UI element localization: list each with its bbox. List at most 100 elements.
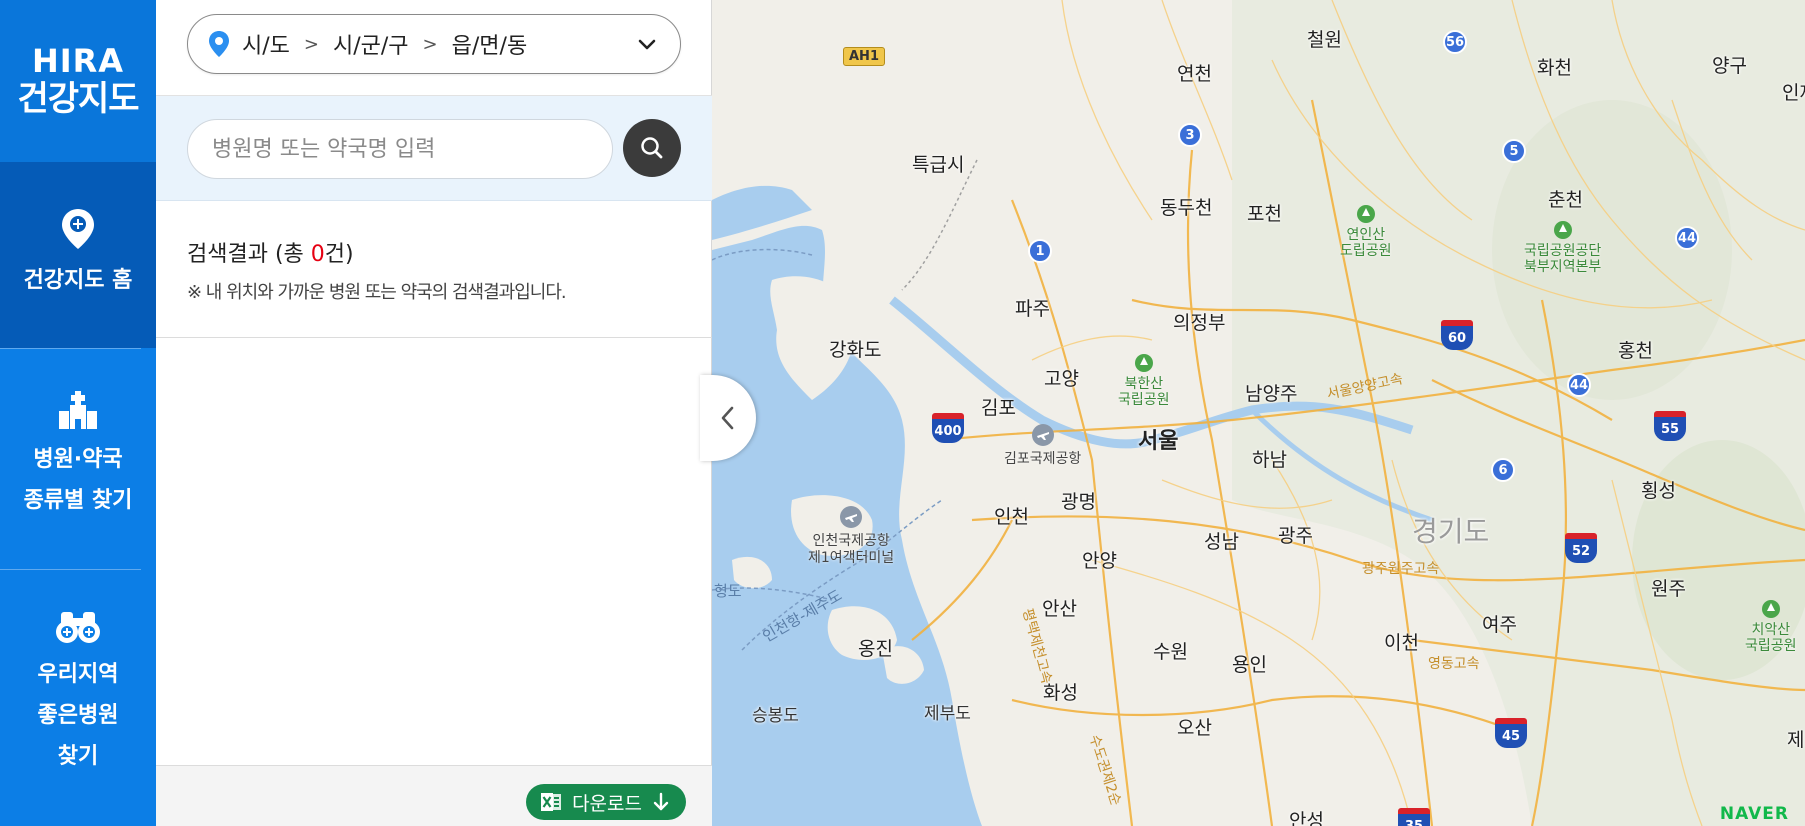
map-label: 동두천: [1160, 197, 1213, 219]
search-button[interactable]: [623, 119, 681, 177]
region-emd: 읍/면/동: [451, 34, 528, 59]
region-sido: 시/도: [242, 34, 290, 59]
nav-item-local-good-hospital[interactable]: 우리지역 좋은병원 찾기: [0, 570, 156, 826]
interstate-shield: 52: [1565, 533, 1597, 563]
airport-name: 인천국제공항 제1여객터미널: [808, 533, 895, 566]
logo-text-health-map: 건강지도: [17, 79, 139, 119]
map-label: 여주: [1482, 614, 1517, 636]
map-label-province: 경기도: [1412, 515, 1490, 548]
map-label: 원주: [1651, 578, 1686, 600]
panel-footer: 다운로드: [156, 765, 712, 826]
map-label: 용인: [1232, 654, 1267, 676]
map-view[interactable]: 철원 화천 양구 인제 연천 동두천 포천 춘천 파주 의정부 강화도 고양 김…: [712, 0, 1805, 826]
region-sigungu: 시/군/구: [333, 34, 409, 59]
park-name: 치악산 국립공원: [1745, 622, 1797, 654]
map-label: 의정부: [1173, 312, 1226, 334]
map-label: 인제: [1782, 82, 1805, 104]
interstate-shield: 60: [1441, 320, 1473, 350]
map-park-label: 치악산 국립공원: [1745, 600, 1797, 654]
map-label: 광주: [1278, 525, 1313, 547]
search-icon: [641, 137, 663, 159]
park-name: 북한산 국립공원: [1118, 376, 1170, 408]
map-label: 옹진: [858, 638, 893, 660]
map-airport-label: 인천국제공항 제1여객터미널: [808, 506, 894, 567]
naver-logo: NAVER: [1719, 804, 1789, 824]
map-label: 광명: [1061, 491, 1096, 513]
map-label: 수원: [1153, 641, 1188, 663]
route-shield: 56: [1443, 30, 1467, 54]
result-count: 0: [310, 242, 325, 267]
map-park-label: 국립공원공단 북부지역본부: [1524, 221, 1601, 275]
tree-icon: [1356, 205, 1375, 223]
route-shield: 44: [1567, 373, 1591, 397]
arrow-down-icon: [653, 792, 669, 811]
map-label: 화천: [1537, 57, 1572, 79]
chevron-down-icon: [638, 39, 656, 50]
nav-item-health-map-home[interactable]: 건강지도 홈: [0, 162, 156, 348]
map-label: 특급시: [912, 154, 965, 176]
binoculars-icon: [56, 612, 100, 643]
location-pin-icon: [209, 31, 229, 57]
nav-label-local-3: 찾기: [57, 744, 99, 769]
interstate-shield: 400: [932, 413, 964, 443]
nav-label-home: 건강지도 홈: [23, 268, 133, 293]
divider: [156, 337, 712, 338]
map-label: 김포: [981, 397, 1016, 419]
map-label: 춘천: [1548, 189, 1583, 211]
map-road-label: 광주원주고속: [1362, 561, 1440, 577]
hospital-icon: [59, 391, 97, 429]
map-label: 이천: [1384, 632, 1419, 654]
map-label: 연천: [1177, 63, 1212, 85]
map-label: 하남: [1252, 449, 1287, 471]
airplane-icon: [1031, 424, 1054, 446]
route-shield: 3: [1178, 123, 1202, 147]
map-label: 제부도: [924, 704, 971, 724]
map-label: 안성: [1289, 810, 1324, 826]
nav-label-local-1: 우리지역: [37, 662, 119, 687]
hospital-pharmacy-search-input[interactable]: [187, 119, 613, 179]
map-road-label: 영동고속: [1428, 656, 1480, 672]
result-suffix: 건): [324, 242, 354, 267]
map-label: 고양: [1044, 368, 1079, 390]
interstate-shield: 45: [1495, 718, 1527, 748]
left-navigation: HIRA 건강지도 건강지도 홈 병원·약국 종류별 찾기 우리지역 좋은병원 …: [0, 0, 156, 826]
excel-icon: [541, 793, 562, 811]
map-label-seoul: 서울: [1138, 429, 1179, 454]
map-label: 제: [1787, 729, 1805, 751]
hira-logo[interactable]: HIRA 건강지도: [0, 0, 156, 162]
excel-download-button[interactable]: 다운로드: [526, 784, 686, 820]
map-label: 강화도: [829, 339, 882, 361]
airport-name: 김포국제공항: [1004, 451, 1082, 467]
chevron-left-icon: [721, 406, 734, 430]
map-label: 안산: [1042, 598, 1077, 620]
map-airport-label: 김포국제공항: [1004, 424, 1081, 468]
map-label: 남양주: [1245, 383, 1298, 405]
app: HIRA 건강지도 건강지도 홈 병원·약국 종류별 찾기 우리지역 좋은병원 …: [0, 0, 1805, 826]
airplane-icon: [840, 506, 863, 528]
tree-icon: [1134, 354, 1153, 372]
nav-label-kinds-2: 종류별 찾기: [23, 488, 133, 513]
asian-highway-shield: AH1: [843, 47, 885, 66]
map-label: 성남: [1204, 531, 1239, 553]
region-select-dropdown[interactable]: 시/도 > 시/군/구 > 읍/면/동: [187, 14, 681, 74]
search-bar: [156, 96, 712, 201]
route-shield: 44: [1675, 226, 1699, 250]
park-name: 국립공원공단 북부지역본부: [1524, 243, 1602, 275]
map-label: 인천: [994, 506, 1029, 528]
route-shield: 5: [1502, 139, 1526, 163]
route-shield: 6: [1491, 458, 1515, 482]
nav-label-kinds-1: 병원·약국: [33, 447, 123, 472]
chevron-right-icon: >: [303, 33, 319, 55]
nav-label-local-2: 좋은병원: [37, 703, 119, 728]
map-background: [712, 0, 1805, 826]
nav-item-find-by-kind[interactable]: 병원·약국 종류별 찾기: [0, 349, 156, 569]
map-label: 승봉도: [752, 706, 799, 726]
result-prefix: 검색결과 (총: [187, 242, 311, 267]
map-sea-route-label: 형도: [714, 582, 742, 600]
map-label: 양구: [1712, 55, 1747, 77]
map-park-label: 연인산 도립공원: [1340, 205, 1392, 259]
download-label: 다운로드: [572, 792, 642, 815]
park-name: 연인산 도립공원: [1340, 227, 1392, 259]
map-park-label: 북한산 국립공원: [1118, 354, 1170, 408]
map-label: 파주: [1015, 298, 1050, 320]
